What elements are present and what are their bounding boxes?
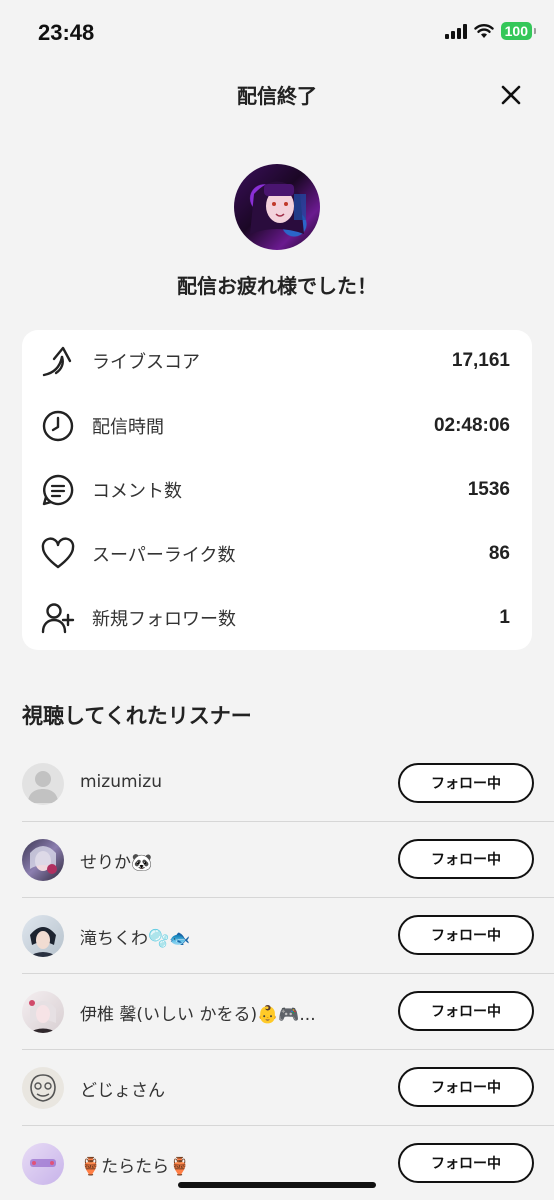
listener-row: せりか🐼 フォロー中	[0, 822, 554, 898]
following-button[interactable]: フォロー中	[398, 991, 534, 1031]
avatar[interactable]	[22, 991, 64, 1033]
page-title: 配信終了	[237, 84, 317, 108]
arrow-up-curve-icon	[40, 343, 76, 379]
listener-row: mizumizu フォロー中	[0, 746, 554, 822]
listener-name[interactable]: 滝ちくわ🫧🐟	[80, 924, 190, 949]
avatar[interactable]	[22, 839, 64, 881]
following-button[interactable]: フォロー中	[398, 915, 534, 955]
avatar[interactable]	[22, 763, 64, 805]
status-icons: 100	[444, 22, 537, 40]
avatar-illustration	[250, 181, 306, 234]
avatar[interactable]	[22, 1067, 64, 1109]
host-avatar	[234, 164, 320, 250]
stat-label: スーパーライク数	[92, 545, 236, 566]
stat-row-duration: 配信時間 02:48:06	[22, 401, 532, 451]
stat-label: 新規フォロワー数	[92, 609, 236, 630]
thanks-message: 配信お疲れ様でした！	[177, 274, 377, 298]
stat-row-live-score: ライブスコア 17,161	[22, 336, 532, 386]
stat-label: コメント数	[92, 481, 182, 502]
stat-value: 86	[488, 543, 510, 564]
listener-name[interactable]: mizumizu	[80, 772, 162, 792]
signal-icon	[444, 23, 467, 39]
stat-row-superlikes: スーパーライク数 86	[22, 529, 532, 579]
heart-icon	[40, 536, 76, 572]
stat-row-new-followers: 新規フォロワー数 1	[22, 593, 532, 643]
status-time: 23:48	[38, 20, 95, 45]
following-button[interactable]: フォロー中	[398, 839, 534, 879]
add-user-icon	[40, 600, 76, 636]
wifi-icon	[473, 24, 494, 38]
status-bar: 23:48 100	[0, 0, 554, 66]
close-button[interactable]	[498, 82, 524, 108]
listener-row: 滝ちくわ🫧🐟 フォロー中	[0, 898, 554, 974]
stat-value: 1536	[467, 479, 510, 500]
listener-name[interactable]: 伊椎 馨(いしい かをる)👶🎮...	[80, 1000, 316, 1025]
stat-value: 17,161	[451, 350, 510, 371]
following-button[interactable]: フォロー中	[398, 1067, 534, 1107]
listener-name[interactable]: せりか🐼	[80, 848, 152, 873]
listeners-title: 視聴してくれたリスナー	[22, 704, 252, 728]
stat-label: ライブスコア	[92, 352, 200, 373]
avatar[interactable]	[22, 1143, 64, 1185]
listener-row: 🏺たらたら🏺 フォロー中	[0, 1126, 554, 1200]
listener-row: 伊椎 馨(いしい かをる)👶🎮... フォロー中	[0, 974, 554, 1050]
battery-indicator: 100	[500, 22, 537, 40]
following-button[interactable]: フォロー中	[398, 763, 534, 803]
stat-value: 02:48:06	[433, 415, 510, 436]
listener-row: どじょさん フォロー中	[0, 1050, 554, 1126]
stat-value: 1	[499, 607, 510, 628]
following-button[interactable]: フォロー中	[398, 1143, 534, 1183]
stat-label: 配信時間	[92, 417, 164, 438]
clock-icon	[40, 408, 76, 444]
comment-icon	[40, 472, 76, 508]
avatar[interactable]	[22, 915, 64, 957]
home-indicator	[178, 1182, 376, 1188]
stats-card: ライブスコア 17,161 配信時間 02:48:06 コメント数 1536 ス…	[22, 330, 532, 650]
stat-row-comments: コメント数 1536	[22, 465, 532, 515]
close-icon	[501, 85, 521, 105]
listener-name[interactable]: どじょさん	[80, 1076, 165, 1101]
listener-name[interactable]: 🏺たらたら🏺	[80, 1152, 190, 1177]
